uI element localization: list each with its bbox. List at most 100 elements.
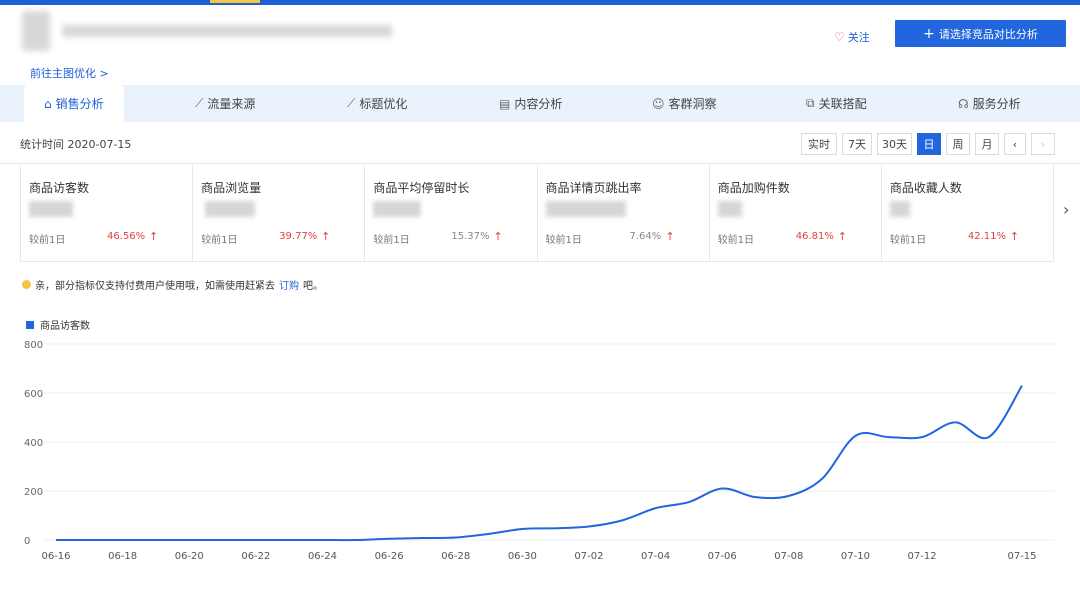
data-point-06-26[interactable] bbox=[385, 535, 393, 543]
metric-card-avg-stay[interactable]: 商品平均停留时长 较前1日 15.37% ↑ bbox=[365, 165, 538, 261]
up-arrow-icon: ↑ bbox=[493, 230, 503, 243]
data-point-06-21[interactable] bbox=[219, 536, 227, 544]
data-point-07-06[interactable] bbox=[718, 485, 726, 493]
tab-traffic-source[interactable]: ⟋ 流量来源 bbox=[195, 85, 255, 122]
up-arrow-icon: ↑ bbox=[149, 230, 159, 243]
prev-date-button[interactable]: ‹ bbox=[1004, 133, 1026, 155]
data-point-06-24[interactable] bbox=[318, 536, 326, 544]
x-tick-label: 06-20 bbox=[175, 551, 204, 562]
x-tick-label: 06-22 bbox=[241, 551, 270, 562]
data-point-06-25[interactable] bbox=[352, 536, 360, 544]
up-arrow-icon: ↑ bbox=[1009, 230, 1020, 243]
product-thumbnail bbox=[22, 11, 50, 51]
data-point-06-28[interactable] bbox=[452, 534, 460, 542]
data-point-06-29[interactable] bbox=[485, 530, 493, 538]
legend-swatch bbox=[26, 320, 34, 329]
up-arrow-icon: ↑ bbox=[321, 230, 331, 243]
next-date-button[interactable]: › bbox=[1031, 133, 1055, 155]
y-tick-label: 400 bbox=[24, 438, 43, 449]
data-point-06-19[interactable] bbox=[152, 536, 160, 544]
x-tick-label: 07-04 bbox=[641, 551, 670, 562]
metric-value-redacted bbox=[205, 201, 256, 217]
plus-icon: + bbox=[923, 25, 935, 42]
metric-card-visitors[interactable]: 商品访客数 较前1日 46.56% ↑ bbox=[21, 165, 194, 261]
data-point-06-23[interactable] bbox=[285, 536, 293, 544]
y-tick-label: 800 bbox=[24, 340, 43, 351]
period-30days-button[interactable]: 30天 bbox=[877, 133, 912, 155]
up-arrow-icon: ↑ bbox=[837, 230, 847, 243]
tab-customer-insight[interactable]: ☺ 客群洞察 bbox=[652, 85, 717, 122]
metric-value-redacted bbox=[29, 201, 73, 217]
tab-sales-analysis[interactable]: ⌂ 销售分析 bbox=[24, 85, 124, 122]
x-tick-label: 06-28 bbox=[441, 551, 470, 562]
metric-value-redacted bbox=[373, 201, 422, 217]
data-point-06-16[interactable] bbox=[52, 536, 60, 544]
metrics-row: 商品访客数 较前1日 46.56% ↑ 商品浏览量 较前1日 39.77% ↑ … bbox=[20, 165, 1054, 262]
x-tick-label: 06-30 bbox=[508, 551, 537, 562]
document-icon: ▤ bbox=[499, 96, 511, 111]
data-point-06-30[interactable] bbox=[518, 525, 526, 533]
x-tick-label: 06-24 bbox=[308, 551, 337, 562]
data-point-07-08[interactable] bbox=[785, 492, 793, 500]
period-month-button[interactable]: 月 bbox=[975, 133, 999, 155]
data-point-06-18[interactable] bbox=[119, 536, 127, 544]
period-week-button[interactable]: 周 bbox=[946, 133, 970, 155]
y-tick-label: 600 bbox=[24, 389, 43, 400]
tab-title-optimization[interactable]: ⟋ 标题优化 bbox=[347, 85, 407, 122]
tab-service-analysis[interactable]: ☊ 服务分析 bbox=[958, 85, 1021, 122]
data-point-06-27[interactable] bbox=[418, 534, 426, 542]
x-tick-label: 06-16 bbox=[41, 551, 70, 562]
y-tick-label: 200 bbox=[24, 487, 43, 498]
tab-content-analysis[interactable]: ▤ 内容分析 bbox=[499, 85, 562, 122]
metric-card-bounce-rate[interactable]: 商品详情页跳出率 较前1日 7.64% ↑ bbox=[538, 165, 710, 261]
data-point-07-07[interactable] bbox=[752, 493, 760, 501]
metric-value-redacted bbox=[545, 201, 626, 217]
period-day-button[interactable]: 日 bbox=[917, 133, 941, 155]
data-point-07-01[interactable] bbox=[552, 524, 560, 532]
compare-competitor-button[interactable]: + 请选择竞品对比分析 bbox=[895, 20, 1066, 47]
metric-card-favorites[interactable]: 商品收藏人数 较前1日 42.11% ↑ bbox=[882, 165, 1053, 261]
paid-feature-notice: 亲，部分指标仅支持付费用户使用哦，如需使用赶紧去 订购 吧。 bbox=[22, 277, 323, 292]
y-tick-label: 0 bbox=[24, 536, 30, 547]
data-point-07-09[interactable] bbox=[818, 475, 826, 483]
subscribe-link[interactable]: 订购 bbox=[279, 277, 299, 292]
metric-card-add-to-cart[interactable]: 商品加购件数 较前1日 46.81% ↑ bbox=[710, 165, 882, 261]
link-icon: ⧉ bbox=[806, 96, 815, 110]
data-point-06-22[interactable] bbox=[252, 536, 260, 544]
x-tick-label: 06-18 bbox=[108, 551, 137, 562]
info-icon bbox=[22, 280, 31, 289]
data-point-07-10[interactable] bbox=[851, 432, 859, 440]
metric-value-redacted bbox=[889, 201, 910, 217]
tab-related-matching[interactable]: ⧉ 关联搭配 bbox=[806, 85, 867, 122]
chevron-right-icon[interactable]: › bbox=[1063, 200, 1069, 219]
stat-time-label: 统计时间 2020-07-15 bbox=[20, 138, 132, 151]
trend-icon: ⟋ bbox=[195, 96, 204, 110]
x-tick-label: 07-10 bbox=[841, 551, 870, 562]
headset-icon: ☊ bbox=[958, 96, 969, 111]
x-tick-label: 07-02 bbox=[574, 551, 603, 562]
data-point-07-13[interactable] bbox=[951, 418, 959, 426]
goto-main-image-link[interactable]: 前往主图优化 > bbox=[30, 65, 109, 81]
data-point-07-12[interactable] bbox=[918, 433, 926, 441]
x-tick-label: 07-12 bbox=[908, 551, 937, 562]
data-point-07-11[interactable] bbox=[885, 433, 893, 441]
metric-card-pageviews[interactable]: 商品浏览量 较前1日 39.77% ↑ bbox=[193, 165, 366, 261]
x-tick-label: 06-26 bbox=[375, 551, 404, 562]
data-point-07-02[interactable] bbox=[585, 523, 593, 531]
data-point-06-17[interactable] bbox=[85, 536, 93, 544]
data-point-07-14[interactable] bbox=[985, 433, 993, 441]
bag-icon: ⌂ bbox=[44, 96, 52, 111]
data-point-07-05[interactable] bbox=[685, 498, 693, 506]
data-point-07-04[interactable] bbox=[652, 504, 660, 512]
series-line-visitors[interactable] bbox=[55, 385, 1023, 542]
data-point-07-03[interactable] bbox=[618, 516, 626, 524]
chart-icon: ⟋ bbox=[347, 96, 356, 110]
metric-value-redacted bbox=[717, 201, 742, 217]
follow-button[interactable]: ♡ 关注 bbox=[834, 27, 870, 47]
data-point-06-20[interactable] bbox=[185, 536, 193, 544]
heart-icon: ♡ bbox=[834, 30, 845, 44]
data-point-07-15[interactable] bbox=[1018, 382, 1026, 390]
period-realtime-button[interactable]: 实时 bbox=[801, 133, 837, 155]
period-7days-button[interactable]: 7天 bbox=[842, 133, 872, 155]
date-toolbar: 统计时间 2020-07-15 实时 7天 30天 日 周 月 ‹ › bbox=[0, 122, 1080, 164]
